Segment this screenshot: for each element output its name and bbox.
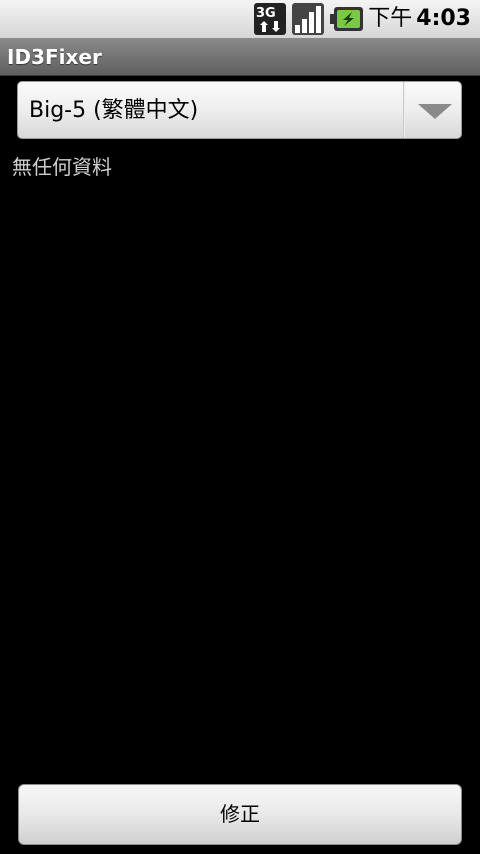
time-value: 4:03: [416, 6, 471, 31]
3g-data-icon: 3G: [254, 3, 286, 35]
signal-strength-icon: [292, 3, 324, 35]
encoding-spinner[interactable]: Big-5 (繁體中文): [17, 81, 462, 139]
title-bar: ID3Fixer: [0, 38, 480, 76]
clock: 下午 4:03: [368, 5, 471, 33]
time-period: 下午: [368, 6, 413, 31]
empty-list-text: 無任何資料: [12, 155, 112, 179]
spinner-divider: [403, 82, 405, 138]
network-label: 3G: [256, 6, 276, 21]
encoding-selected-value: Big-5 (繁體中文): [29, 98, 199, 123]
app-title: ID3Fixer: [7, 45, 102, 69]
dropdown-arrow-icon: [418, 104, 452, 119]
fix-button[interactable]: 修正: [18, 784, 462, 845]
status-bar: 3G 下午 4:03: [0, 0, 480, 38]
battery-charging-icon: [330, 7, 363, 31]
